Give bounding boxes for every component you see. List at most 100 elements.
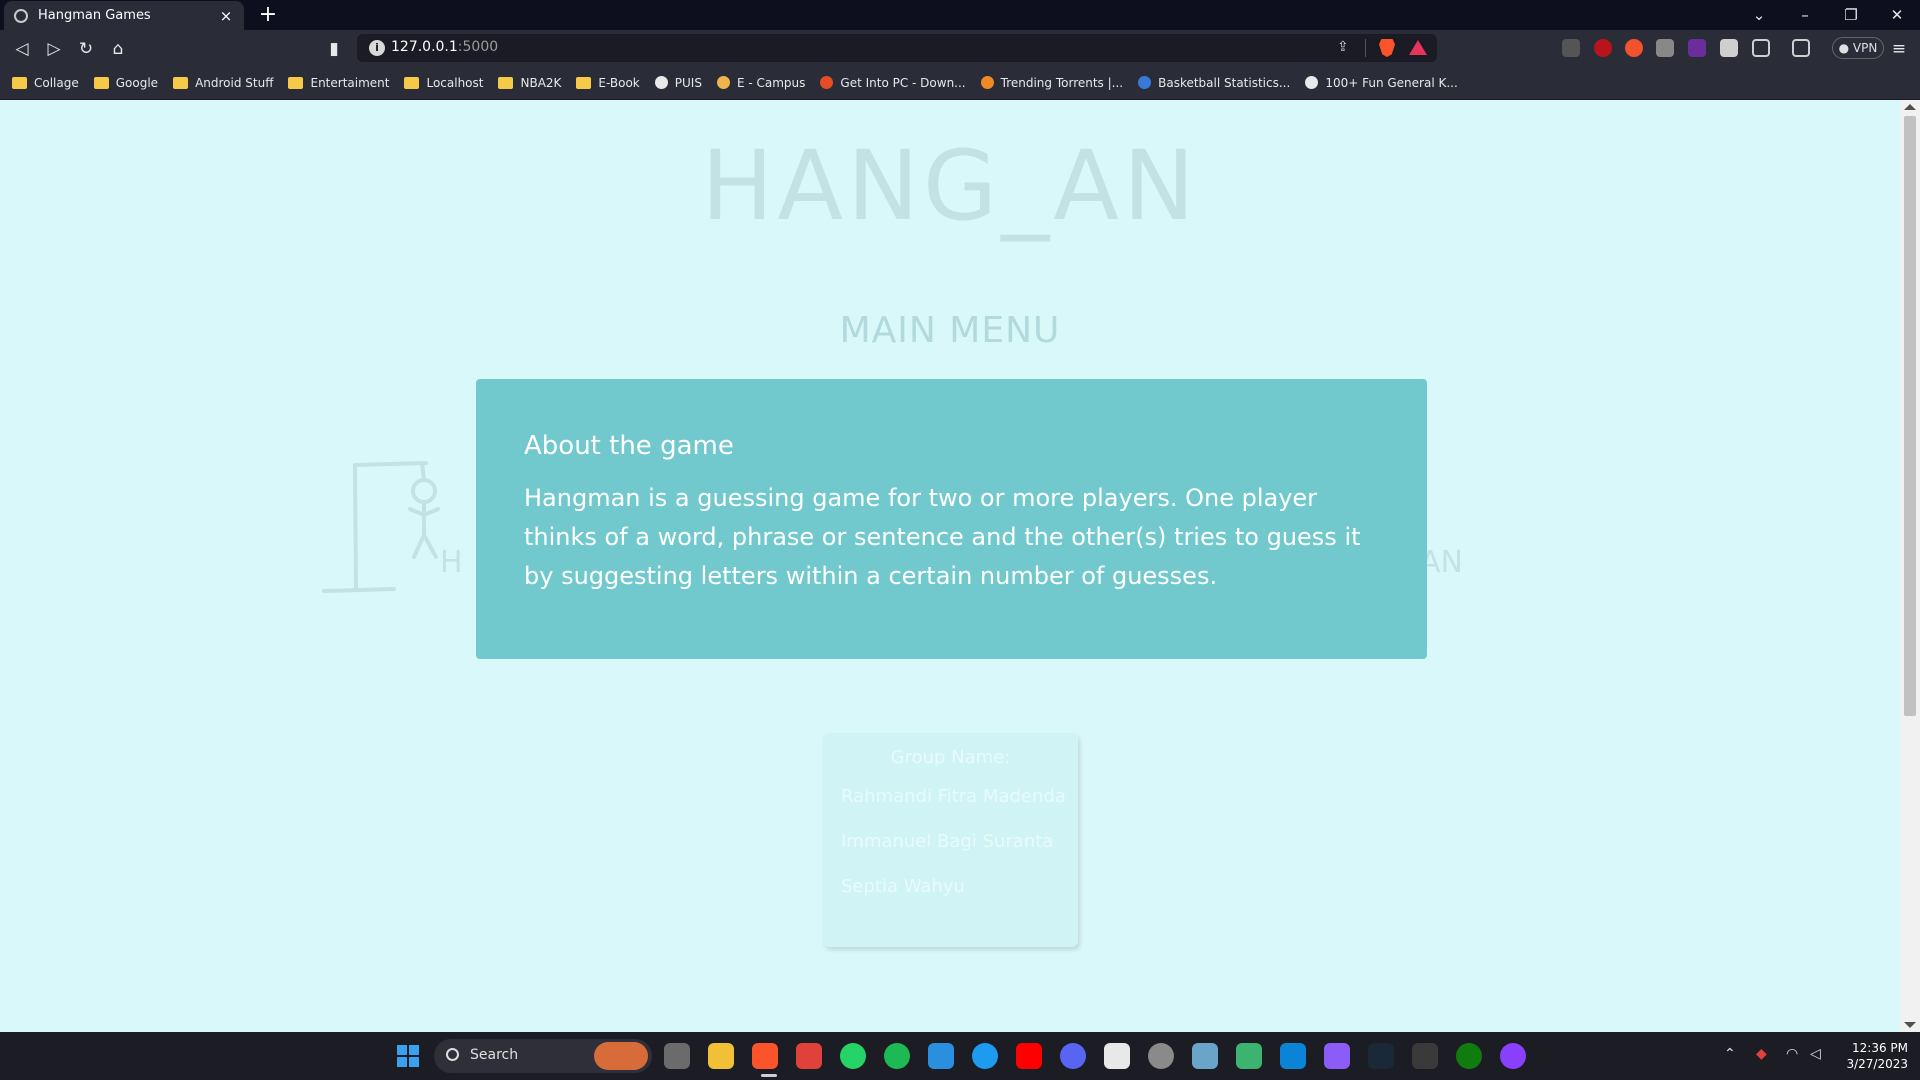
bookmark-item[interactable]: E - Campus <box>716 75 806 90</box>
bookmark-item[interactable]: Collage <box>12 76 79 90</box>
extension-purple-icon[interactable] <box>1688 39 1706 57</box>
share-icon[interactable]: ⇪ <box>1337 39 1349 55</box>
extension-grey-icon[interactable] <box>1656 39 1674 57</box>
brave-rewards-icon[interactable] <box>1409 40 1427 55</box>
folder-icon <box>404 76 420 89</box>
scroll-down-arrow-icon[interactable] <box>1904 1022 1916 1028</box>
bookmark-label: PUIS <box>674 75 702 90</box>
close-window-button[interactable]: ✕ <box>1874 0 1920 30</box>
windows-start-icon[interactable] <box>397 1045 419 1067</box>
back-button[interactable]: ◁ <box>11 38 33 60</box>
bookmark-label: Basketball Statistics... <box>1158 75 1291 90</box>
whatsapp-icon[interactable] <box>840 1043 866 1069</box>
terminal-icon[interactable] <box>1412 1043 1438 1069</box>
home-button[interactable]: ⌂ <box>107 38 129 60</box>
bookmarks-bar: Collage Google Android Stuff Entertaiment Lo… <box>0 66 1920 100</box>
site-favicon-icon <box>654 76 668 89</box>
wallet-icon[interactable] <box>1792 39 1810 57</box>
bookmark-item[interactable]: PUIS <box>654 75 702 90</box>
site-favicon-icon <box>716 76 730 89</box>
sidebar-icon[interactable] <box>1752 39 1770 57</box>
system-clock[interactable]: 12:36 PM 3/27/2023 <box>1840 1040 1908 1072</box>
bookmark-item[interactable]: NBA2K <box>498 76 561 90</box>
bookmark-icon[interactable]: ▮ <box>323 38 345 60</box>
tab-search-chevron-icon[interactable]: ⌄ <box>1736 0 1782 30</box>
tray-game-icon[interactable]: ◆ <box>1756 1046 1767 1062</box>
bookmark-label: Localhost <box>426 75 484 90</box>
microsoft-store-icon[interactable] <box>1280 1043 1306 1069</box>
search-icon <box>446 1048 459 1061</box>
clock-date: 3/27/2023 <box>1846 1057 1908 1071</box>
bookmark-item[interactable]: Localhost <box>404 76 483 90</box>
bookmark-item[interactable]: Trending Torrents |... <box>980 75 1124 90</box>
spotify-icon[interactable] <box>884 1043 910 1069</box>
tray-chevron-up-icon[interactable]: ⌃ <box>1724 1046 1736 1062</box>
address-bar[interactable]: i 127.0.0.1:5000 ⇪ <box>357 34 1437 62</box>
new-tab-button[interactable]: + <box>256 2 280 28</box>
bookmark-item[interactable]: Google <box>93 75 159 90</box>
url-text[interactable]: 127.0.0.1:5000 <box>391 39 498 55</box>
bookmark-item[interactable]: Entertaiment <box>288 76 389 90</box>
youtube-icon[interactable] <box>1016 1043 1042 1069</box>
browser-toolbar: ◁ ▷ ↻ ⌂ ▮ i 127.0.0.1:5000 ⇪ ● VPN ≡ <box>0 30 1920 66</box>
volume-icon[interactable]: ◁ <box>1810 1046 1821 1062</box>
game-title: HANG_AN <box>701 130 1199 242</box>
calendar-app-icon[interactable] <box>1104 1043 1130 1069</box>
site-info-icon[interactable]: i <box>369 40 385 56</box>
minimize-button[interactable]: – <box>1782 0 1828 30</box>
globe-icon <box>14 8 28 23</box>
tab-title: Hangman Games <box>38 8 151 23</box>
reload-button[interactable]: ↻ <box>75 38 97 60</box>
search-highlight-image <box>594 1042 648 1070</box>
scroll-thumb[interactable] <box>1904 116 1916 716</box>
forward-button[interactable]: ▷ <box>43 38 65 60</box>
url-port: :5000 <box>457 39 499 55</box>
settings-gear-icon[interactable] <box>1148 1043 1174 1069</box>
close-tab-icon[interactable]: × <box>218 7 234 25</box>
main-menu-title: MAIN MENU <box>839 310 1061 351</box>
file-explorer-icon[interactable] <box>708 1043 734 1069</box>
vpn-button[interactable]: ● VPN <box>1832 37 1884 59</box>
game-controller-icon[interactable] <box>796 1043 822 1069</box>
about-heading: About the game <box>524 431 734 461</box>
folder-icon <box>498 76 514 89</box>
tab-hangman-games[interactable]: Hangman Games × <box>4 1 244 30</box>
bookmark-item[interactable]: Get Into PC - Down... <box>820 76 966 90</box>
menu-icon[interactable]: ≡ <box>1888 38 1910 60</box>
wifi-icon[interactable]: ◠ <box>1786 1046 1798 1062</box>
site-favicon-icon <box>1138 76 1152 89</box>
group-card: Group Name: Rahmandi Fitra Madenda Imman… <box>823 733 1078 947</box>
vscode-icon[interactable] <box>928 1043 954 1069</box>
group-member: Rahmandi Fitra Madenda <box>841 786 1066 807</box>
bookmark-item[interactable]: E-Book <box>576 76 640 90</box>
bookmark-item[interactable]: Android Stuff <box>173 76 273 90</box>
bookmark-label: Trending Torrents |... <box>1000 75 1124 90</box>
task-view-icon[interactable] <box>664 1043 690 1069</box>
taskbar-search[interactable]: Search <box>434 1039 652 1073</box>
page-scrollbar[interactable] <box>1900 100 1920 1032</box>
extension-orange-icon[interactable] <box>1625 39 1643 57</box>
puzzle-icon[interactable] <box>1720 39 1738 57</box>
twitter-icon[interactable] <box>972 1043 998 1069</box>
about-dialog: About the game Hangman is a guessing gam… <box>476 379 1427 659</box>
steam-icon[interactable] <box>1368 1043 1394 1069</box>
discord-icon[interactable] <box>1060 1043 1086 1069</box>
github-icon[interactable] <box>1500 1043 1526 1069</box>
bookmark-label: Google <box>115 75 159 90</box>
scroll-up-arrow-icon[interactable] <box>1904 104 1916 110</box>
restore-button[interactable]: ❐ <box>1828 0 1874 30</box>
gamepad-icon[interactable] <box>1324 1043 1350 1069</box>
brave-browser-icon[interactable] <box>752 1043 778 1069</box>
folder-icon <box>93 76 109 89</box>
bookmark-label: Android Stuff <box>195 75 274 90</box>
xbox-icon[interactable] <box>1456 1043 1482 1069</box>
bookmark-label: Entertaiment <box>310 75 390 90</box>
ublock-icon[interactable] <box>1594 39 1612 57</box>
brave-shields-icon[interactable] <box>1379 39 1395 57</box>
extension-off-icon[interactable] <box>1562 39 1580 57</box>
android-app-icon[interactable] <box>1236 1043 1262 1069</box>
bookmark-item[interactable]: 100+ Fun General K... <box>1305 76 1458 90</box>
bookmark-label: E - Campus <box>736 75 806 90</box>
task-manager-icon[interactable] <box>1192 1043 1218 1069</box>
bookmark-item[interactable]: Basketball Statistics... <box>1138 76 1290 90</box>
